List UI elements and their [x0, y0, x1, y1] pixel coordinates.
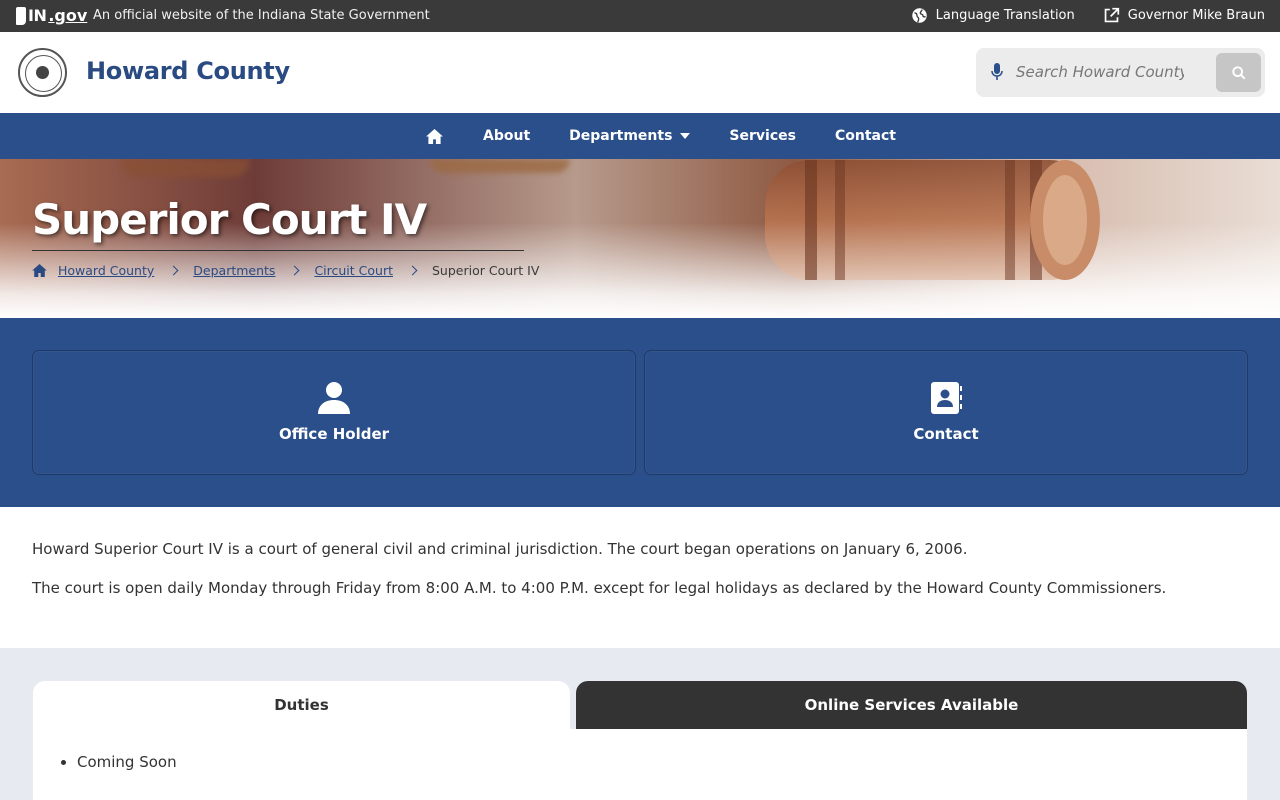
in-gov-logo[interactable]: IN .gov [16, 6, 87, 25]
nav-contact-label: Contact [834, 128, 896, 144]
microphone-icon[interactable] [990, 63, 1004, 81]
nav-about-label: About [483, 128, 531, 144]
site-header: Howard County [0, 32, 1280, 113]
nav-about[interactable]: About [483, 113, 530, 159]
office-holder-card[interactable]: Office Holder [32, 350, 636, 475]
globe-icon [911, 8, 927, 23]
person-icon [318, 382, 350, 414]
breadcrumb-link[interactable]: Circuit Court [314, 263, 393, 278]
breadcrumb-link[interactable]: Howard County [58, 263, 154, 278]
tab-online-services[interactable]: Online Services Available [576, 681, 1247, 729]
tabs-section: Duties Online Services Available Coming … [0, 648, 1280, 800]
quick-links-band: Office Holder Contact [0, 318, 1280, 507]
title-divider [32, 250, 524, 251]
language-translation-link[interactable]: Language Translation [911, 7, 1075, 24]
chevron-right-icon [168, 265, 179, 276]
page-title: Superior Court IV [32, 195, 427, 244]
language-translation-label: Language Translation [935, 8, 1075, 23]
site-title[interactable]: Howard County [86, 57, 290, 85]
page-description: Howard Superior Court IV is a court of g… [32, 539, 1248, 617]
search-input[interactable] [1016, 57, 1184, 87]
office-holder-label: Office Holder [278, 425, 390, 443]
breadcrumb-current: Superior Court IV [431, 263, 540, 278]
indiana-state-icon [16, 6, 26, 25]
nav-contact[interactable]: Contact [835, 113, 896, 159]
external-link-icon [1104, 7, 1119, 23]
state-gov-bar: IN .gov An official website of the India… [0, 0, 1280, 32]
address-book-icon [931, 382, 962, 414]
nav-home[interactable] [426, 113, 443, 159]
hero-background-shape [120, 159, 250, 177]
search-icon [1231, 65, 1245, 79]
search-box [976, 48, 1265, 97]
tab-duties[interactable]: Duties [33, 681, 570, 729]
breadcrumb: Howard County Departments Circuit Court … [32, 263, 539, 278]
list-item: Coming Soon [77, 753, 177, 771]
hero-banner: Superior Court IV Howard County Departme… [0, 159, 1280, 318]
duties-list: Coming Soon [77, 753, 177, 771]
hero-background-shape [430, 159, 570, 173]
in-gov-logo-state: IN [28, 6, 47, 25]
nav-services[interactable]: Services [729, 113, 796, 159]
search-button[interactable] [1216, 53, 1261, 92]
in-gov-logo-suffix: .gov [48, 6, 88, 25]
nav-departments-label: Departments [569, 128, 673, 144]
description-paragraph: Howard Superior Court IV is a court of g… [32, 540, 968, 558]
governor-link[interactable]: Governor Mike Braun [1103, 7, 1265, 24]
main-nav: About Departments Services Contact [0, 113, 1280, 159]
nav-services-label: Services [729, 128, 796, 144]
chevron-right-icon [289, 265, 300, 276]
official-website-text: An official website of the Indiana State… [93, 8, 430, 23]
governor-link-label: Governor Mike Braun [1127, 8, 1265, 23]
home-icon[interactable] [32, 264, 47, 277]
contact-label: Contact [913, 425, 979, 443]
chevron-right-icon [407, 265, 418, 276]
home-icon [426, 128, 443, 144]
description-paragraph: The court is open daily Monday through F… [32, 579, 1167, 597]
county-seal-logo[interactable] [18, 48, 67, 97]
gavel-image [765, 160, 1100, 280]
chevron-down-icon [680, 133, 691, 139]
duties-panel: Coming Soon [33, 729, 1247, 800]
contact-card[interactable]: Contact [644, 350, 1248, 475]
breadcrumb-link[interactable]: Departments [193, 263, 275, 278]
nav-departments[interactable]: Departments [569, 113, 691, 159]
